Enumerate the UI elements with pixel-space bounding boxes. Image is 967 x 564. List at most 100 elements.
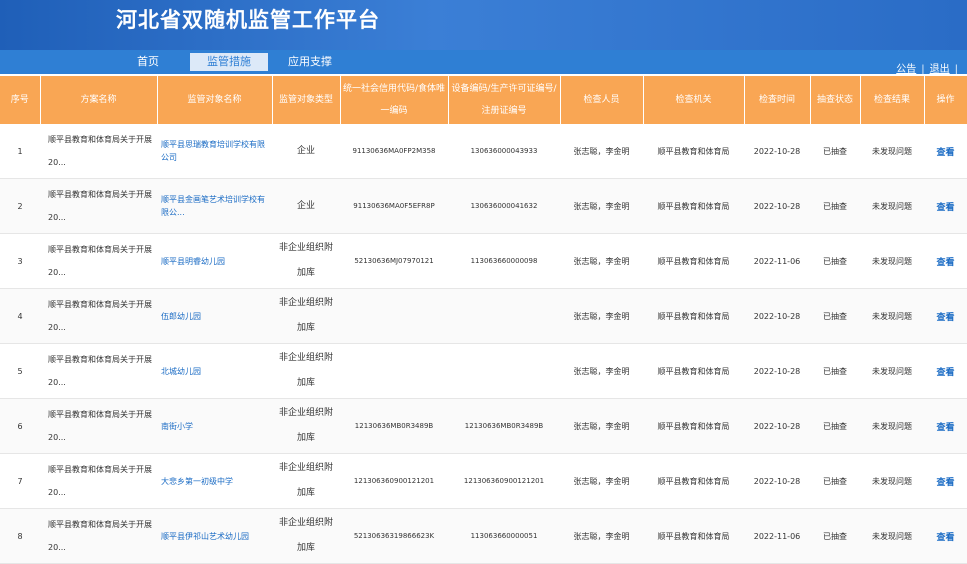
- inspection-agency: 顺平县教育和体育局: [643, 288, 744, 344]
- col-header-type: 监管对象类型: [272, 76, 341, 124]
- target-name-link[interactable]: 顺平县金画笔艺术培训学校有限公...: [157, 178, 272, 234]
- col-header-status: 抽查状态: [810, 76, 861, 124]
- credit-code: 91130636MA0FP2M358: [340, 124, 448, 179]
- plan-name-line1: 顺平县教育和体育局关于开展: [48, 245, 152, 254]
- check-status: 已抽查: [810, 343, 860, 399]
- plan-name-line2: 20...: [48, 158, 66, 167]
- tab-home[interactable]: 首页: [118, 53, 178, 71]
- check-status: 已抽查: [810, 508, 860, 564]
- plan-name: 顺平县教育和体育局关于开展 20...: [40, 398, 157, 454]
- cert-number: [448, 343, 560, 399]
- table-row: 7 顺平县教育和体育局关于开展 20... 大悲乡第一初级中学 非企业组织附加库 1213…: [0, 453, 967, 509]
- plan-name-line2: 20...: [48, 378, 66, 387]
- view-link[interactable]: 查看: [924, 124, 967, 179]
- view-link[interactable]: 查看: [924, 178, 967, 234]
- col-header-inspectors: 检查人员: [560, 76, 644, 124]
- credit-code: 52130636MJ07970121: [340, 233, 448, 289]
- credit-code: 121306360900121201: [340, 453, 448, 509]
- cert-number: 121306360900121201: [448, 453, 560, 509]
- target-name-link[interactable]: 顺平县思瑞教育培训学校有限公司: [157, 124, 272, 179]
- plan-name-line1: 顺平县教育和体育局关于开展: [48, 410, 152, 419]
- view-link[interactable]: 查看: [924, 233, 967, 289]
- inspectors: 张志聪，李金明: [560, 343, 643, 399]
- view-link[interactable]: 查看: [924, 343, 967, 399]
- inspectors: 张志聪，李金明: [560, 453, 643, 509]
- view-link[interactable]: 查看: [924, 398, 967, 454]
- target-name-link[interactable]: 南街小学: [157, 398, 272, 454]
- credit-code: [340, 343, 448, 399]
- announcement-link[interactable]: 公告: [896, 64, 916, 75]
- plan-name: 顺平县教育和体育局关于开展 20...: [40, 453, 157, 509]
- check-result: 未发现问题: [860, 398, 924, 454]
- inspection-date: 2022-10-28: [744, 178, 810, 234]
- check-status: 已抽查: [810, 124, 860, 179]
- inspection-agency: 顺平县教育和体育局: [643, 233, 744, 289]
- col-header-result: 检查结果: [860, 76, 925, 124]
- target-type: 非企业组织附加库: [272, 343, 340, 399]
- inspection-agency: 顺平县教育和体育局: [643, 398, 744, 454]
- inspection-date: 2022-11-06: [744, 233, 810, 289]
- plan-name: 顺平县教育和体育局关于开展 20...: [40, 508, 157, 564]
- row-number: 1: [0, 124, 40, 179]
- results-table: 序号 方案名称 监管对象名称 监管对象类型 统一社会信用代码/食体唯一编码 设备…: [0, 76, 967, 564]
- check-result: 未发现问题: [860, 508, 924, 564]
- row-number: 7: [0, 453, 40, 509]
- col-header-credit-code: 统一社会信用代码/食体唯一编码: [340, 76, 449, 124]
- plan-name: 顺平县教育和体育局关于开展 20...: [40, 343, 157, 399]
- cert-number: 130636000043933: [448, 124, 560, 179]
- inspectors: 张志聪，李金明: [560, 178, 643, 234]
- check-status: 已抽查: [810, 233, 860, 289]
- table-row: 4 顺平县教育和体育局关于开展 20... 伍郎幼儿园 非企业组织附加库 张志聪，李金明顺…: [0, 288, 967, 344]
- target-name-link[interactable]: 伍郎幼儿园: [157, 288, 272, 344]
- target-type: 企业: [272, 178, 340, 234]
- target-name-link[interactable]: 顺平县伊祁山艺术幼儿园: [157, 508, 272, 564]
- table-row: 1 顺平县教育和体育局关于开展 20... 顺平县思瑞教育培训学校有限公司 企业 9113…: [0, 124, 967, 179]
- col-header-action: 操作: [924, 76, 967, 124]
- plan-name-line1: 顺平县教育和体育局关于开展: [48, 300, 152, 309]
- credit-code: [340, 288, 448, 344]
- target-name-link[interactable]: 顺平县明睿幼儿园: [157, 233, 272, 289]
- view-link[interactable]: 查看: [924, 508, 967, 564]
- inspection-date: 2022-11-06: [744, 508, 810, 564]
- tab-app-support[interactable]: 应用支撑: [278, 53, 342, 71]
- check-status: 已抽查: [810, 453, 860, 509]
- plan-name-line2: 20...: [48, 268, 66, 277]
- credit-code: 12130636MB0R3489B: [340, 398, 448, 454]
- inspection-date: 2022-10-28: [744, 398, 810, 454]
- cert-number: 113063660000098: [448, 233, 560, 289]
- inspection-date: 2022-10-28: [744, 343, 810, 399]
- table-row: 5 顺平县教育和体育局关于开展 20... 北城幼儿园 非企业组织附加库 张志聪，李金明顺…: [0, 343, 967, 399]
- plan-name: 顺平县教育和体育局关于开展 20...: [40, 178, 157, 234]
- row-number: 4: [0, 288, 40, 344]
- table-row: 2 顺平县教育和体育局关于开展 20... 顺平县金画笔艺术培训学校有限公... 企业 9…: [0, 178, 967, 234]
- plan-name-line2: 20...: [48, 488, 66, 497]
- row-number: 6: [0, 398, 40, 454]
- logout-link[interactable]: 退出: [930, 64, 950, 75]
- row-number: 2: [0, 178, 40, 234]
- table-row: 8 顺平县教育和体育局关于开展 20... 顺平县伊祁山艺术幼儿园 非企业组织附加库 52…: [0, 508, 967, 564]
- view-link[interactable]: 查看: [924, 288, 967, 344]
- credit-code: 52130636319866623K: [340, 508, 448, 564]
- plan-name-line1: 顺平县教育和体育局关于开展: [48, 355, 152, 364]
- target-name-link[interactable]: 北城幼儿园: [157, 343, 272, 399]
- col-header-date: 检查时间: [744, 76, 811, 124]
- app-header: 河北省双随机监管工作平台: [0, 0, 967, 50]
- target-type: 非企业组织附加库: [272, 233, 340, 289]
- check-status: 已抽查: [810, 398, 860, 454]
- inspection-agency: 顺平县教育和体育局: [643, 508, 744, 564]
- credit-code: 91130636MA0F5EFR8P: [340, 178, 448, 234]
- target-name-link[interactable]: 大悲乡第一初级中学: [157, 453, 272, 509]
- plan-name: 顺平县教育和体育局关于开展 20...: [40, 288, 157, 344]
- plan-name-line2: 20...: [48, 433, 66, 442]
- plan-name: 顺平县教育和体育局关于开展 20...: [40, 233, 157, 289]
- inspectors: 张志聪，李金明: [560, 398, 643, 454]
- view-link[interactable]: 查看: [924, 453, 967, 509]
- tab-supervision[interactable]: 监管措施: [190, 53, 268, 71]
- plan-name-line1: 顺平县教育和体育局关于开展: [48, 465, 152, 474]
- check-status: 已抽查: [810, 288, 860, 344]
- plan-name-line1: 顺平县教育和体育局关于开展: [48, 520, 152, 529]
- top-links: 公告 | 退出 |: [896, 60, 963, 75]
- row-number: 8: [0, 508, 40, 564]
- plan-name: 顺平县教育和体育局关于开展 20...: [40, 124, 157, 179]
- col-header-cert: 设备编码/生产许可证编号/注册证编号: [448, 76, 561, 124]
